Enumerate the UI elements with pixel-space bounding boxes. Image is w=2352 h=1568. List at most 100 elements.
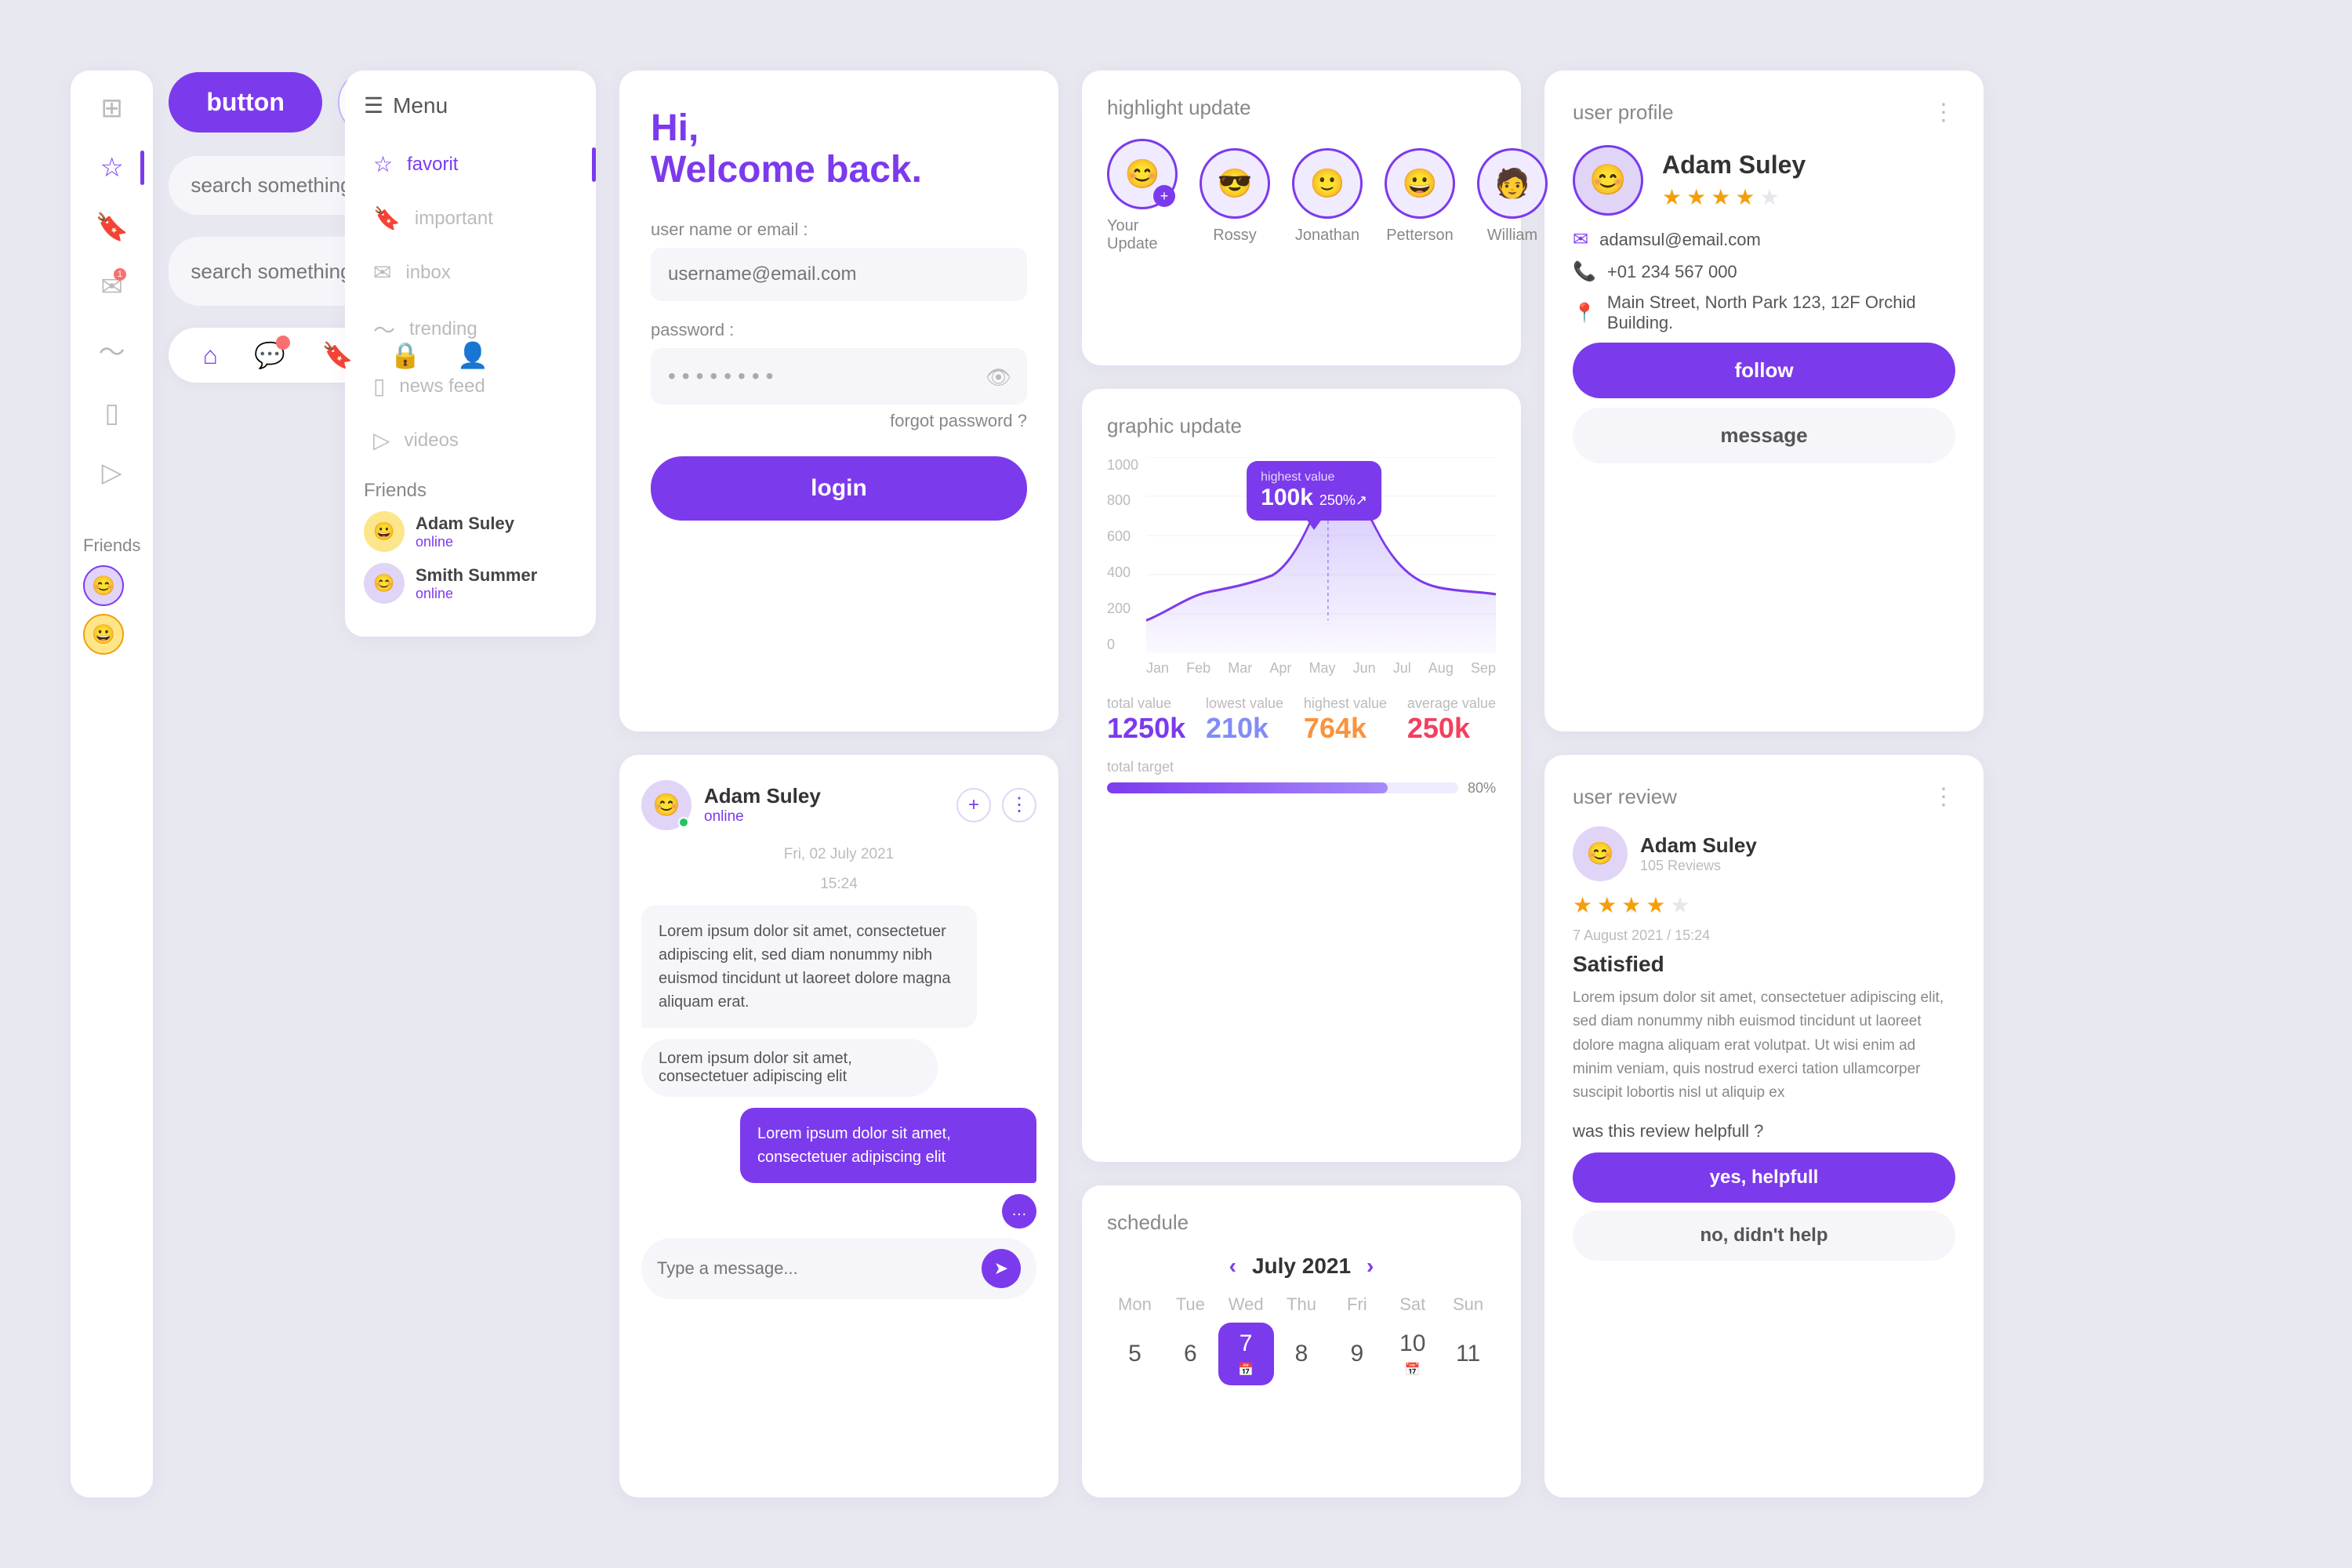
cal-day-5[interactable]: 5 <box>1107 1323 1163 1385</box>
highlight-item-3[interactable]: 😀 Petterson <box>1385 148 1455 245</box>
messenger-add-btn[interactable]: + <box>956 788 991 822</box>
calendar-days-row: 5 6 7 📅 8 9 10 📅 11 <box>1107 1323 1496 1385</box>
review-more-icon[interactable]: ⋮ <box>1932 783 1955 811</box>
chart-tooltip-label: highest value <box>1261 470 1367 485</box>
review-section-title: user review <box>1573 785 1677 809</box>
chart-tooltip: highest value 100k 250%↗ <box>1247 461 1381 521</box>
highlight-item-0[interactable]: 😊 + Your Update <box>1107 139 1178 253</box>
forgot-password-link[interactable]: forgot password ? <box>651 411 1027 431</box>
cal-day-6[interactable]: 6 <box>1163 1323 1218 1385</box>
sidebar-friend-1[interactable]: 😀 Adam Suley online <box>364 511 577 552</box>
sidebar-feed-icon[interactable]: ▯ <box>104 397 119 429</box>
sidebar-friend-status-1: online <box>416 534 514 550</box>
friend-avatar-1[interactable]: 😊 <box>83 565 124 606</box>
profile-address-row: 📍 Main Street, North Park 123, 12F Orchi… <box>1573 292 1955 333</box>
user-review-card: user review ⋮ 😊 Adam Suley 105 Reviews ★… <box>1544 755 1984 1497</box>
favorit-icon: ☆ <box>373 151 393 177</box>
sidebar-trend-icon[interactable]: 〜 <box>99 331 125 369</box>
sidebar-videos[interactable]: ▷ videos <box>364 413 577 467</box>
messenger-more-btn[interactable]: ⋮ <box>1002 788 1036 822</box>
highlight-avatar-1: 😎 <box>1200 148 1270 219</box>
nav-chat-icon[interactable]: 💬 <box>254 340 285 370</box>
cal-day-8[interactable]: 8 <box>1274 1323 1330 1385</box>
highlight-item-1[interactable]: 😎 Rossy <box>1200 148 1270 245</box>
nav-bookmark-icon[interactable]: 🔖 <box>322 340 354 370</box>
important-icon: 🔖 <box>373 205 401 231</box>
send-message-button[interactable]: ➤ <box>982 1249 1021 1288</box>
sidebar-favorit[interactable]: ☆ favorit <box>364 137 577 191</box>
yes-helpful-button[interactable]: yes, helpfull <box>1573 1152 1955 1203</box>
profile-more-icon[interactable]: ⋮ <box>1932 99 1955 126</box>
profile-avatar: 😊 <box>1573 145 1643 216</box>
cal-day-10[interactable]: 10 📅 <box>1385 1323 1440 1385</box>
trending-icon: 〜 <box>373 314 395 345</box>
follow-button[interactable]: follow <box>1573 343 1955 398</box>
hamburger-icon: ☰ <box>364 93 383 118</box>
profile-header: user profile ⋮ <box>1573 99 1955 126</box>
no-helpful-button[interactable]: no, didn't help <box>1573 1210 1955 1261</box>
highlight-item-2[interactable]: 🙂 Jonathan <box>1292 148 1363 245</box>
messenger-card: 😊 Adam Suley online + ⋮ Fri, 02 July 202… <box>619 755 1058 1497</box>
cal-day-11[interactable]: 11 <box>1440 1323 1496 1385</box>
login-card: Hi, Welcome back. user name or email : p… <box>619 71 1058 731</box>
chart-stat-total: total value 1250k <box>1107 695 1185 745</box>
review-stars: ★ ★ ★ ★ ★ <box>1573 892 1955 918</box>
review-star-5: ★ <box>1670 892 1690 918</box>
stat-lowest-value: 210k <box>1206 712 1283 745</box>
sidebar-important[interactable]: 🔖 important <box>364 191 577 245</box>
review-name: Adam Suley <box>1640 833 1757 858</box>
message-input[interactable] <box>657 1258 972 1279</box>
sidebar-star-icon[interactable]: ☆ <box>100 152 123 183</box>
highlight-name-3: Petterson <box>1386 227 1454 245</box>
chart-stat-lowest: lowest value 210k <box>1206 695 1283 745</box>
messenger-avatar: 😊 <box>641 780 691 830</box>
sidebar-mail-icon[interactable]: ✉ 1 <box>100 271 123 303</box>
sidebar-friends-heading: Friends <box>364 480 577 502</box>
cal-day-9[interactable]: 9 <box>1329 1323 1385 1385</box>
sidebar-video-icon[interactable]: ▷ <box>102 457 122 488</box>
calendar-prev-icon[interactable]: ‹ <box>1229 1254 1236 1279</box>
graphic-update-card: graphic update 10008006004002000 <box>1082 389 1521 1163</box>
highlight-add-icon[interactable]: + <box>1153 185 1175 207</box>
chart-progress-label: total target <box>1107 759 1496 775</box>
chart-stats: total value 1250k lowest value 210k high… <box>1107 695 1496 745</box>
review-star-4: ★ <box>1646 892 1665 918</box>
sidebar-newsfeed[interactable]: ▯ news feed <box>364 359 577 413</box>
profile-info-row: 😊 Adam Suley ★ ★ ★ ★ ★ <box>1573 145 1955 216</box>
solid-button[interactable]: button <box>169 72 322 132</box>
sidebar-home-icon[interactable]: ⊞ <box>100 93 123 124</box>
review-text: Lorem ipsum dolor sit amet, consectetuer… <box>1573 986 1955 1105</box>
chart-area: highest value 100k 250%↗ <box>1146 457 1496 653</box>
stat-total-value: 1250k <box>1107 712 1185 745</box>
review-count: 105 Reviews <box>1640 858 1757 874</box>
calendar-next-icon[interactable]: › <box>1367 1254 1374 1279</box>
newsfeed-icon: ▯ <box>373 373 385 399</box>
sidebar-menu-title: ☰ Menu <box>364 93 577 118</box>
highlights-row: 😊 + Your Update 😎 Rossy 🙂 Jonathan 😀 Pet… <box>1107 139 1496 253</box>
chart-tooltip-value: 100k <box>1261 485 1313 511</box>
review-star-1: ★ <box>1573 892 1592 918</box>
chart-tooltip-percent: 250%↗ <box>1319 492 1367 509</box>
email-input[interactable] <box>651 248 1027 301</box>
password-input[interactable] <box>651 348 1027 405</box>
login-button[interactable]: login <box>651 456 1027 521</box>
nav-home-icon[interactable]: ⌂ <box>203 341 218 370</box>
star-1: ★ <box>1662 184 1682 210</box>
friend-avatar-2[interactable]: 😀 <box>83 614 124 655</box>
cal-day-7[interactable]: 7 📅 <box>1218 1323 1274 1385</box>
review-avatar: 😊 <box>1573 826 1628 881</box>
message-bubble-1: Lorem ipsum dolor sit amet, consectetuer… <box>641 906 977 1028</box>
message-button[interactable]: message <box>1573 408 1955 463</box>
sidebar-friend-2[interactable]: 😊 Smith Summer online <box>364 563 577 604</box>
password-toggle-icon[interactable]: 👁 <box>985 365 1011 390</box>
sidebar-trending[interactable]: 〜 trending <box>364 299 577 359</box>
sidebar-inbox[interactable]: ✉ inbox <box>364 245 577 299</box>
sidebar-friend-name-1: Adam Suley <box>416 514 514 534</box>
messenger-user-info: Adam Suley online <box>704 784 821 826</box>
profile-stars: ★ ★ ★ ★ ★ <box>1662 184 1806 210</box>
profile-address: Main Street, North Park 123, 12F Orchid … <box>1607 292 1955 333</box>
highlight-item-4[interactable]: 🧑 William <box>1477 148 1548 245</box>
sidebar-bookmark-icon[interactable]: 🔖 <box>96 212 129 243</box>
stat-lowest-label: lowest value <box>1206 695 1283 712</box>
highlight-avatar-0: 😊 + <box>1107 139 1178 209</box>
